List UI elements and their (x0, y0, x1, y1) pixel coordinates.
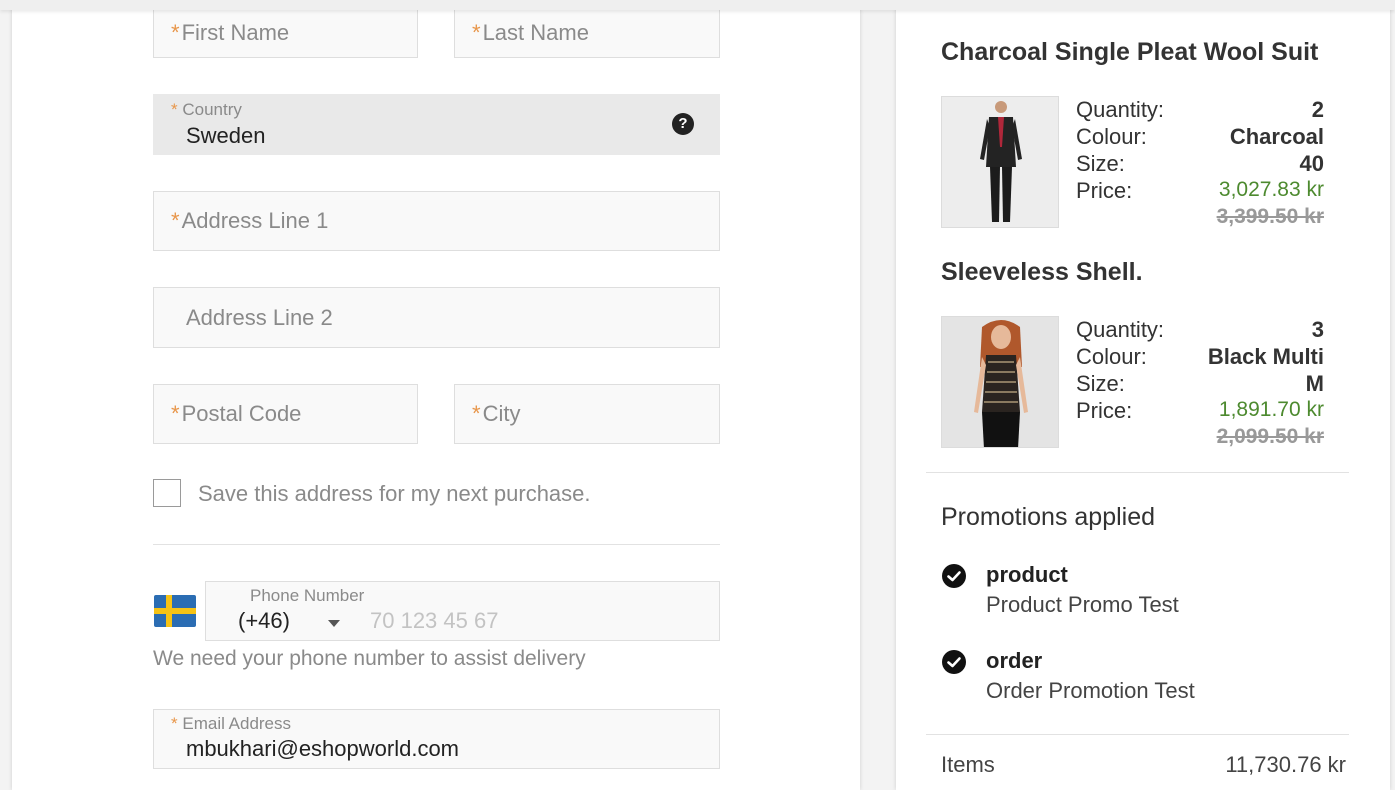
phone-number-placeholder: 70 123 45 67 (370, 608, 499, 633)
original-price: 2,099.50 kr (1216, 425, 1324, 448)
first-name-placeholder: *First Name (171, 20, 289, 46)
required-star: * (171, 20, 180, 45)
promotion-name: product (986, 562, 1068, 587)
items-total: 11,730.76 kr (1225, 752, 1346, 777)
size-label: Size: (1076, 151, 1125, 176)
check-circle-icon (942, 650, 966, 674)
sale-price: 3,027.83 kr (1218, 178, 1324, 201)
address-line-1-placeholder: *Address Line 1 (171, 208, 328, 234)
items-label: Items (941, 752, 995, 777)
price-label: Price: (1076, 178, 1133, 203)
phone-number-field[interactable]: Phone Number (+46) 70 123 45 67 (205, 581, 720, 641)
quantity-value: 2 (1311, 97, 1324, 122)
top-bar (0, 0, 1395, 10)
city-placeholder: *City (472, 401, 520, 427)
required-star: * (171, 208, 180, 233)
flag-cross-horizontal (154, 608, 196, 614)
email-field[interactable]: * Email Address mbukhari@eshopworld.com (153, 709, 720, 769)
last-name-field[interactable]: *Last Name (454, 8, 720, 58)
divider (926, 472, 1349, 473)
address-line-2-field[interactable]: Address Line 2 (153, 287, 720, 348)
divider (153, 544, 720, 545)
country-value: Sweden (186, 123, 266, 148)
postal-code-field[interactable]: *Postal Code (153, 384, 418, 444)
quantity-value: 3 (1311, 317, 1324, 342)
colour-label: Colour: (1076, 344, 1147, 369)
email-label: * Email Address (171, 714, 291, 734)
price-label: Price: (1076, 398, 1133, 423)
first-name-text: First Name (181, 20, 290, 45)
country-label-text: Country (182, 100, 242, 119)
phone-helper-text: We need your phone number to assist deli… (153, 647, 586, 670)
promotion-description: Order Promotion Test (986, 678, 1195, 703)
city-field[interactable]: *City (454, 384, 720, 444)
postal-code-text: Postal Code (181, 401, 302, 426)
product-image (941, 96, 1059, 228)
size-label: Size: (1076, 371, 1125, 396)
product-title: Sleeveless Shell. (941, 258, 1143, 286)
divider (926, 734, 1349, 735)
first-name-field[interactable]: *First Name (153, 8, 418, 58)
country-select[interactable]: * Country Sweden ? (153, 94, 720, 155)
required-star: * (171, 401, 180, 426)
size-value: 40 (1299, 151, 1324, 176)
save-address-label[interactable]: Save this address for my next purchase. (198, 481, 591, 507)
address-line-1-field[interactable]: *Address Line 1 (153, 191, 720, 251)
email-label-text: Email Address (182, 714, 292, 733)
required-star: * (171, 100, 178, 119)
product-title: Charcoal Single Pleat Wool Suit (941, 38, 1319, 66)
product-image (941, 316, 1059, 448)
promotion-name: order (986, 648, 1043, 673)
flag-cross-vertical (166, 595, 172, 627)
sweden-flag-icon[interactable] (154, 595, 196, 627)
chevron-down-icon[interactable] (328, 620, 340, 627)
promotion-description: Product Promo Test (986, 592, 1179, 617)
required-star: * (472, 401, 481, 426)
last-name-placeholder: *Last Name (472, 20, 589, 46)
address-line-1-text: Address Line 1 (181, 208, 329, 233)
shipping-form-panel: *First Name *Last Name * Country Sweden … (12, 0, 860, 790)
country-code-select[interactable]: (+46) (238, 608, 290, 634)
quantity-label: Quantity: (1076, 97, 1165, 122)
save-address-checkbox[interactable] (153, 479, 181, 507)
country-label: * Country (171, 100, 242, 120)
postal-code-placeholder: *Postal Code (171, 401, 301, 427)
city-text: City (482, 401, 521, 426)
address-line-2-placeholder: Address Line 2 (186, 304, 333, 330)
suit-figure-image (942, 97, 1058, 227)
size-value: M (1305, 371, 1324, 396)
required-star: * (171, 714, 178, 733)
help-icon[interactable]: ? (672, 113, 694, 135)
email-value: mbukhari@eshopworld.com (186, 736, 460, 761)
sale-price: 1,891.70 kr (1218, 398, 1324, 421)
required-star: * (472, 20, 481, 45)
colour-value: Black Multi (1207, 344, 1324, 369)
order-summary-panel: Charcoal Single Pleat Wool Suit Quantity… (896, 0, 1390, 790)
last-name-text: Last Name (482, 20, 589, 45)
original-price: 3,399.50 kr (1216, 205, 1324, 228)
colour-label: Colour: (1076, 124, 1147, 149)
shell-top-model-image (942, 317, 1058, 447)
quantity-label: Quantity: (1076, 317, 1165, 342)
colour-value: Charcoal (1229, 124, 1324, 149)
promotions-heading: Promotions applied (941, 503, 1156, 531)
check-circle-icon (942, 564, 966, 588)
phone-number-label: Phone Number (250, 586, 365, 605)
